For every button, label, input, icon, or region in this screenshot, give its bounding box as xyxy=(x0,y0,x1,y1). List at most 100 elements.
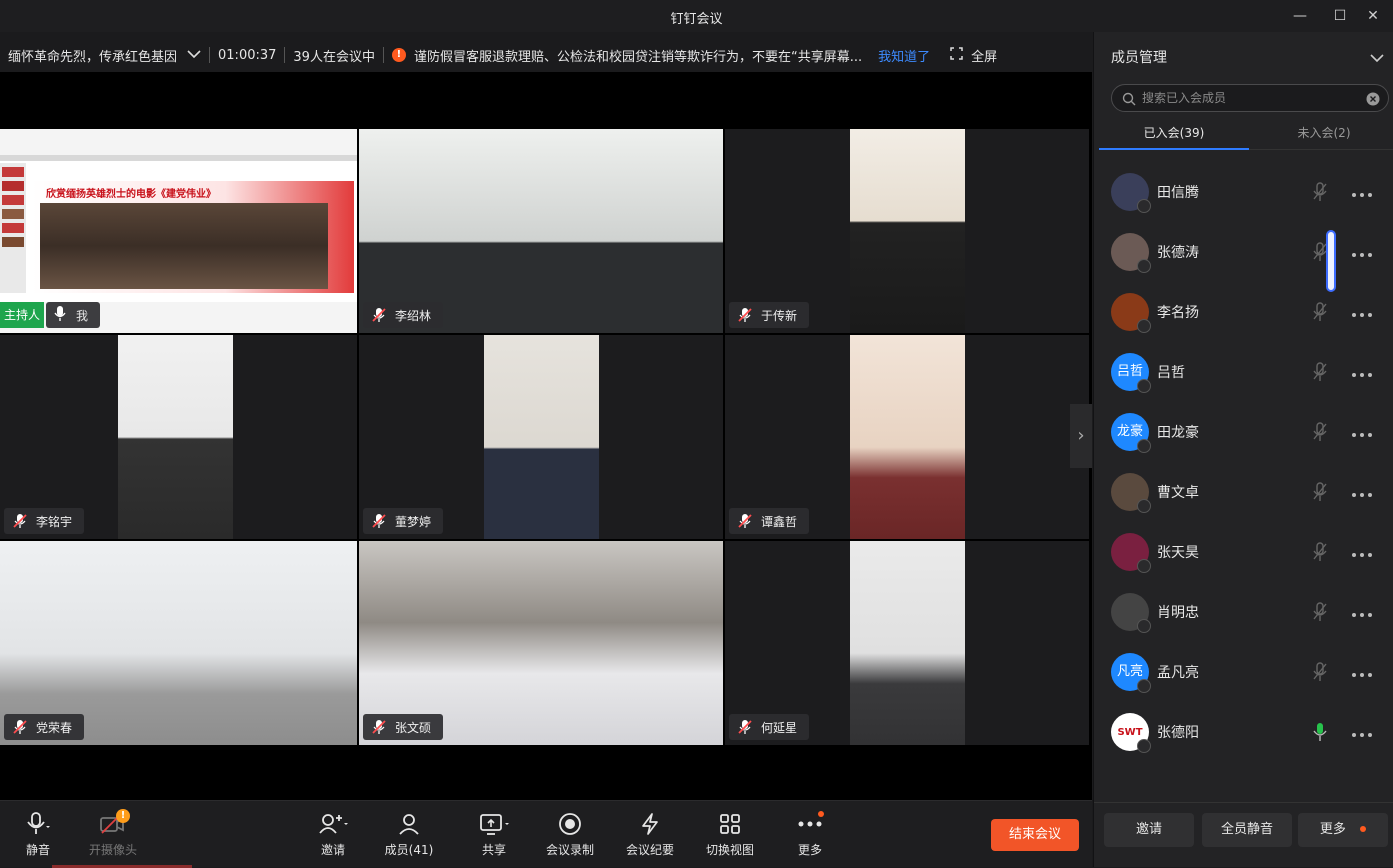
microphone-muted-icon xyxy=(737,513,753,529)
microphone-muted-icon[interactable] xyxy=(1311,302,1329,322)
tab-joined[interactable]: 已入会(39) xyxy=(1099,124,1249,141)
member-more-icon[interactable] xyxy=(1351,183,1381,202)
fullscreen-button[interactable]: 全屏 xyxy=(942,46,1005,65)
camera-feed xyxy=(484,335,599,539)
fullscreen-icon xyxy=(950,46,963,64)
participant-name: 我 xyxy=(76,308,89,323)
microphone-muted-icon[interactable] xyxy=(1311,542,1329,562)
microphone-muted-icon[interactable] xyxy=(1311,182,1329,202)
avatar xyxy=(1111,173,1151,213)
close-button[interactable]: ✕ xyxy=(1362,6,1384,26)
member-row[interactable]: 李名扬 xyxy=(1111,282,1381,342)
record-label: 会议录制 xyxy=(545,843,594,857)
member-panel: 成员管理 已入会(39) 未入会(2) 田信腾张德涛李名扬吕哲吕哲龙豪田龙豪曹文… xyxy=(1093,32,1393,867)
video-tile[interactable]: 党荣春 xyxy=(0,541,357,745)
member-more-icon[interactable] xyxy=(1351,483,1381,502)
member-row[interactable]: 吕哲 吕哲 xyxy=(1111,342,1381,402)
member-more-icon[interactable] xyxy=(1351,303,1381,322)
member-name: 张德阳 xyxy=(1157,725,1199,741)
member-more-icon[interactable] xyxy=(1351,663,1381,682)
grid-view-icon xyxy=(703,811,757,837)
microphone-on-icon[interactable] xyxy=(1311,722,1329,742)
avatar xyxy=(1111,473,1151,513)
slide-film-still xyxy=(40,203,328,289)
microphone-muted-icon xyxy=(737,719,753,735)
video-tile[interactable]: 何延星 xyxy=(725,541,1089,745)
microphone-muted-icon[interactable] xyxy=(1311,422,1329,442)
member-row[interactable]: 曹文卓 xyxy=(1111,462,1381,522)
member-row[interactable]: 张天昊 xyxy=(1111,522,1381,582)
panel-more-button[interactable]: 更多 xyxy=(1298,813,1388,847)
maximize-button[interactable]: ☐ xyxy=(1329,6,1351,26)
microphone-muted-icon[interactable] xyxy=(1311,602,1329,622)
chevron-down-icon[interactable] xyxy=(1370,48,1384,67)
member-row[interactable]: 张德涛 xyxy=(1111,222,1381,282)
meeting-topic[interactable]: 缅怀革命先烈，传承红色基因 xyxy=(0,46,209,65)
microphone-muted-icon[interactable] xyxy=(1311,482,1329,502)
chevron-right-icon[interactable]: › xyxy=(1070,404,1092,468)
member-more-icon[interactable] xyxy=(1351,543,1381,562)
video-tile[interactable]: 谭鑫哲 xyxy=(725,335,1089,539)
share-button[interactable]: 共享 xyxy=(474,811,514,858)
notice-ack-link[interactable]: 我知道了 xyxy=(870,46,938,65)
mute-label: 静音 xyxy=(25,843,50,857)
avatar xyxy=(1111,293,1151,333)
member-tabs: 已入会(39) 未入会(2) xyxy=(1099,120,1393,150)
device-icon xyxy=(1137,739,1151,753)
minutes-button[interactable]: 会议纪要 xyxy=(623,811,677,858)
microphone-muted-icon[interactable] xyxy=(1311,362,1329,382)
member-row[interactable]: 田信腾 xyxy=(1111,162,1381,222)
member-more-icon[interactable] xyxy=(1351,723,1381,742)
switch-view-label: 切换视图 xyxy=(705,843,754,857)
member-row[interactable]: SWT 张德阳 xyxy=(1111,702,1381,762)
name-tag: 张文硕 xyxy=(363,714,444,740)
avatar-initials: 凡亮 xyxy=(1116,664,1143,679)
mute-all-button[interactable]: 全员静音 xyxy=(1202,813,1292,847)
more-button[interactable]: 更多 xyxy=(790,811,830,858)
participant-name: 李绍林 xyxy=(395,308,432,323)
warning-icon: ! xyxy=(391,48,406,62)
switch-view-button[interactable]: 切换视图 xyxy=(703,811,757,858)
video-tile[interactable]: 张文硕 xyxy=(359,541,723,745)
device-icon xyxy=(1137,259,1151,273)
member-row[interactable]: 凡亮 孟凡亮 xyxy=(1111,642,1381,702)
members-icon xyxy=(383,811,435,837)
participant-name: 张文硕 xyxy=(395,720,432,735)
record-button[interactable]: 会议录制 xyxy=(543,811,597,858)
invite-members-button[interactable]: 邀请 xyxy=(1104,813,1194,847)
video-tile[interactable]: 李铭宇 xyxy=(0,335,357,539)
notification-dot xyxy=(1360,826,1367,832)
member-row[interactable]: 龙豪 田龙豪 xyxy=(1111,402,1381,462)
member-more-icon[interactable] xyxy=(1351,423,1381,442)
microphone-muted-icon xyxy=(737,307,753,323)
end-meeting-button[interactable]: 结束会议 xyxy=(991,819,1079,851)
video-tile-me[interactable]: 欣赏缅扬英雄烈士的电影《建党伟业》 主持人 我 xyxy=(0,129,357,333)
member-more-icon[interactable] xyxy=(1351,603,1381,622)
member-name: 吕哲 xyxy=(1157,365,1185,381)
video-tile[interactable]: 董梦婷 xyxy=(359,335,723,539)
tab-not-joined[interactable]: 未入会(2) xyxy=(1249,124,1393,141)
camera-button[interactable]: ! 开摄像头 xyxy=(86,809,140,858)
member-more-icon[interactable] xyxy=(1351,363,1381,382)
member-row[interactable]: 肖明忠 xyxy=(1111,582,1381,642)
meeting-duration: 01:00:37 xyxy=(218,47,277,63)
clear-icon[interactable] xyxy=(1366,91,1380,110)
member-search[interactable] xyxy=(1111,84,1389,112)
name-tag: 李铭宇 xyxy=(4,508,85,534)
member-name: 曹文卓 xyxy=(1157,485,1199,501)
microphone-muted-icon[interactable] xyxy=(1311,662,1329,682)
invite-button[interactable]: 邀请 xyxy=(313,811,353,858)
chevron-down-icon[interactable] xyxy=(187,48,201,63)
members-button[interactable]: 成员(41) xyxy=(383,811,435,858)
minimize-button[interactable]: — xyxy=(1289,6,1311,26)
shared-screen: 欣赏缅扬英雄烈士的电影《建党伟业》 xyxy=(0,155,357,302)
video-tile[interactable]: 李绍林 xyxy=(359,129,723,333)
search-input[interactable] xyxy=(1142,89,1362,107)
camera-feed xyxy=(850,541,965,745)
member-more-icon[interactable] xyxy=(1351,243,1381,262)
name-tag: 党荣春 xyxy=(4,714,85,740)
member-list-scrollbar[interactable] xyxy=(1326,230,1336,292)
attendee-count[interactable]: 39人在会议中 xyxy=(285,46,383,65)
mute-button[interactable]: 静音 xyxy=(18,811,58,858)
video-tile[interactable]: 于传新 xyxy=(725,129,1089,333)
